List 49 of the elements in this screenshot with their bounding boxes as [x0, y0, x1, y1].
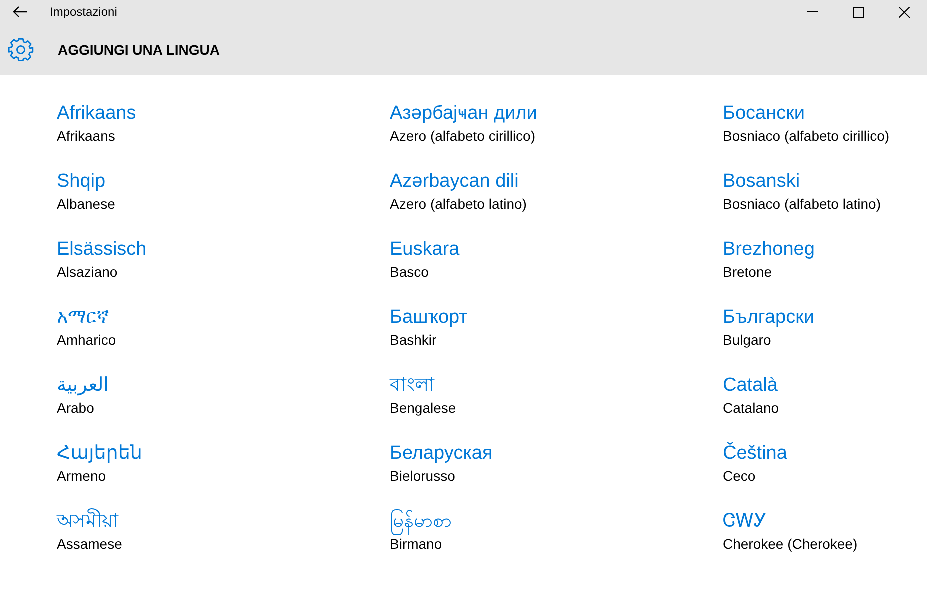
language-name: Afrikaans: [57, 127, 116, 145]
language-name: Bosniaco (alfabeto cirillico): [723, 127, 890, 145]
language-link[interactable]: Čeština: [723, 441, 788, 467]
language-link[interactable]: Беларуская: [390, 441, 493, 467]
language-link[interactable]: Azərbaycan dili: [390, 169, 519, 195]
language-name: Catalano: [723, 399, 780, 417]
language-name: Azero (alfabeto latino): [390, 195, 527, 213]
maximize-icon: [852, 6, 864, 18]
language-link[interactable]: Азәрбајҹан дили: [390, 101, 538, 127]
language-name: Ceco: [723, 467, 756, 485]
close-icon: [898, 6, 910, 18]
language-name: Arabo: [57, 399, 94, 417]
language-link[interactable]: العربية: [57, 373, 109, 399]
language-name: Bosniaco (alfabeto latino): [723, 195, 881, 213]
language-link[interactable]: Elsässisch: [57, 237, 147, 263]
minimize-icon: [806, 11, 818, 13]
language-link[interactable]: አማርኛ: [57, 305, 109, 331]
language-link[interactable]: Català: [723, 373, 778, 399]
back-arrow-icon: [13, 6, 27, 18]
language-link[interactable]: ᏣᎳᎩ: [723, 509, 767, 535]
language-name: Azero (alfabeto cirillico): [390, 127, 536, 145]
language-link[interactable]: Shqip: [57, 169, 106, 195]
window-title: Impostazioni: [50, 5, 118, 19]
language-name: Armeno: [57, 467, 106, 485]
language-link[interactable]: Հայերեն: [57, 441, 142, 467]
language-link[interactable]: Afrikaans: [57, 101, 136, 127]
language-name: Cherokee (Cherokee): [723, 535, 858, 553]
language-link[interactable]: Bosanski: [723, 169, 800, 195]
language-link[interactable]: Български: [723, 305, 815, 331]
language-link[interactable]: অসমীয়া: [57, 509, 119, 535]
language-name: Bengalese: [390, 399, 456, 417]
language-name: Alsaziano: [57, 263, 118, 281]
language-name: Assamese: [57, 535, 122, 553]
language-link[interactable]: Босански: [723, 101, 806, 127]
language-name: Bretone: [723, 263, 772, 281]
language-link[interactable]: বাংলা: [390, 373, 435, 399]
language-name: Bulgaro: [723, 331, 772, 349]
language-name: Bashkir: [390, 331, 437, 349]
language-name: Amharico: [57, 331, 116, 349]
language-link[interactable]: Euskara: [390, 237, 460, 263]
language-link[interactable]: Brezhoneg: [723, 237, 815, 263]
language-name: Birmano: [390, 536, 442, 553]
settings-icon: [8, 36, 34, 62]
page-title: AGGIUNGI UNA LINGUA: [58, 42, 220, 58]
language-name: Albanese: [57, 195, 116, 213]
language-link[interactable]: မြန်မာစာ: [390, 509, 452, 535]
language-name: Basco: [390, 263, 429, 281]
language-link[interactable]: Башҡорт: [390, 305, 468, 331]
language-name: Bielorusso: [390, 467, 456, 485]
